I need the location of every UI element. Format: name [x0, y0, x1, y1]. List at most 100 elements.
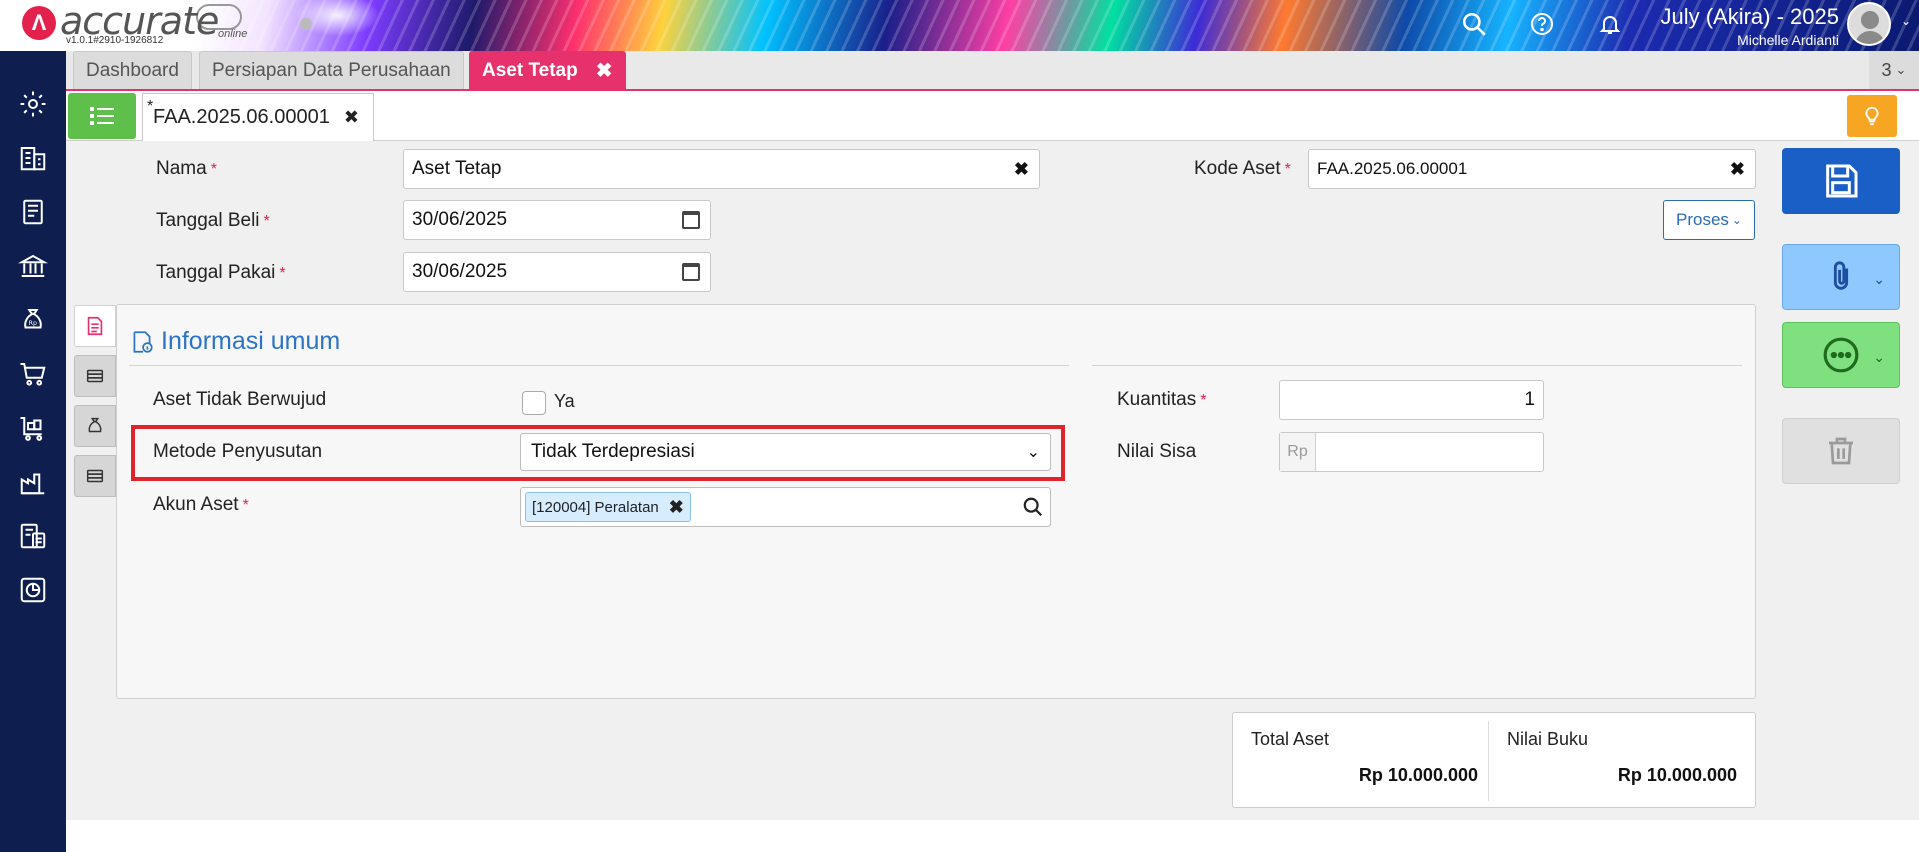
logo-mark-icon: Λ — [22, 6, 56, 40]
side-tab-value[interactable] — [74, 405, 116, 447]
coins-stack-icon — [86, 469, 104, 483]
required-marker: * — [263, 213, 270, 230]
list-icon — [90, 107, 114, 125]
kuantitas-value: 1 — [1524, 389, 1535, 410]
lightbulb-icon — [1865, 106, 1879, 126]
divider — [1092, 365, 1742, 366]
document-tab[interactable]: * FAA.2025.06.00001 ✖ — [142, 93, 374, 141]
side-tab-depreciation[interactable] — [74, 355, 116, 397]
kuantitas-label: Kuantitas * — [1117, 389, 1207, 410]
list-view-button[interactable] — [68, 93, 136, 139]
period-label: July (Akira) - 2025 — [1660, 4, 1839, 29]
currency-prefix: Rp — [1280, 433, 1316, 471]
tab-count-dropdown[interactable]: 3 ⌄ — [1869, 51, 1919, 89]
status-dot — [300, 18, 312, 30]
more-actions-button[interactable]: ⌄ — [1782, 322, 1900, 388]
trash-icon — [1829, 437, 1853, 465]
save-icon — [1826, 164, 1858, 198]
nama-value: Aset Tetap — [412, 158, 502, 179]
company-building-icon[interactable] — [14, 139, 52, 177]
side-tab-history[interactable] — [74, 455, 116, 497]
factory-icon[interactable] — [14, 463, 52, 501]
bank-icon[interactable] — [14, 247, 52, 285]
divider — [129, 365, 1069, 366]
inventory-cart-icon[interactable] — [14, 409, 52, 447]
document-tab-row: * FAA.2025.06.00001 ✖ — [66, 91, 1919, 141]
kode-aset-field[interactable]: FAA.2025.06.00001 ✖ — [1308, 149, 1756, 189]
required-marker: * — [1284, 161, 1291, 178]
side-tab-info[interactable] — [74, 305, 116, 347]
divider — [1488, 721, 1489, 801]
left-sidebar: Rp — [0, 51, 66, 852]
bell-icon[interactable] — [1596, 10, 1624, 38]
tab-aset-tetap[interactable]: Aset Tetap ✖ — [469, 51, 626, 89]
proses-button[interactable]: Proses ⌄ — [1663, 200, 1755, 240]
tab-label: Dashboard — [86, 59, 179, 81]
clear-icon[interactable]: ✖ — [1730, 159, 1745, 180]
money-bag-icon[interactable]: Rp — [14, 301, 52, 339]
informasi-umum-panel: Informasi umum Aset Tidak Berwujud Ya Me… — [116, 304, 1756, 699]
ellipsis-circle-icon — [1823, 337, 1859, 373]
clear-icon[interactable]: ✖ — [1014, 159, 1029, 180]
tax-document-icon[interactable] — [14, 517, 52, 555]
nama-field[interactable]: Aset Tetap ✖ — [403, 149, 1040, 189]
main-content: Nama * Aset Tetap ✖ Tanggal Beli * 30/06/2… — [66, 141, 1919, 820]
save-button[interactable] — [1782, 148, 1900, 214]
chevron-down-icon: ⌄ — [1895, 62, 1907, 77]
close-icon[interactable]: ✖ — [596, 58, 613, 83]
bottom-strip — [66, 820, 1919, 852]
required-marker: * — [242, 497, 249, 514]
unsaved-marker: * — [147, 98, 154, 115]
chevron-down-icon[interactable]: ⌄ — [1901, 14, 1911, 28]
avatar[interactable] — [1847, 2, 1891, 46]
akun-aset-field[interactable]: [120004] Peralatan ✖ — [520, 487, 1051, 527]
totals-box: Total Aset Rp 10.000.000 Nilai Buku Rp 1… — [1232, 712, 1756, 808]
nilai-buku-value: Rp 10.000.000 — [1617, 765, 1737, 785]
top-header: Λ accurate online v1.0.1#2910-1926812 Ju… — [0, 0, 1919, 51]
ledger-book-icon[interactable] — [14, 193, 52, 231]
tab-label: Persiapan Data Perusahaan — [212, 59, 451, 81]
search-icon[interactable] — [1460, 10, 1488, 38]
report-chart-icon[interactable] — [14, 571, 52, 609]
user-menu[interactable]: July (Akira) - 2025 Michelle Ardianti — [1660, 4, 1839, 48]
tab-label: Aset Tetap — [482, 59, 578, 81]
money-bag-icon — [88, 417, 102, 433]
info-document-icon — [133, 330, 153, 353]
tanggal-beli-label: Tanggal Beli * — [156, 210, 270, 231]
remove-tag-icon[interactable]: ✖ — [669, 497, 684, 518]
delete-button[interactable] — [1782, 418, 1900, 484]
svg-text:Rp: Rp — [29, 320, 37, 327]
checkbox-option-label: Ya — [554, 391, 575, 411]
paperclip-icon — [1833, 261, 1849, 290]
tanggal-beli-field[interactable]: 30/06/2025 — [403, 200, 711, 240]
kuantitas-field[interactable]: 1 — [1279, 380, 1544, 420]
help-icon[interactable] — [1528, 10, 1556, 38]
attachment-button[interactable]: ⌄ — [1782, 244, 1900, 310]
calendar-icon[interactable] — [682, 211, 700, 229]
required-marker: * — [1200, 392, 1207, 409]
close-icon[interactable]: ✖ — [344, 107, 359, 128]
cart-icon[interactable] — [14, 355, 52, 393]
document-tab-label: FAA.2025.06.00001 — [153, 106, 330, 128]
tanggal-pakai-field[interactable]: 30/06/2025 — [403, 252, 711, 292]
nilai-sisa-field[interactable]: Rp — [1279, 432, 1544, 472]
app-logo[interactable]: Λ accurate — [22, 0, 219, 48]
kode-aset-value: FAA.2025.06.00001 — [1317, 159, 1468, 178]
total-aset-value: Rp 10.000.000 — [1358, 765, 1478, 785]
tab-persiapan-data-perusahaan[interactable]: Persiapan Data Perusahaan — [199, 51, 464, 89]
user-name: Michelle Ardianti — [1737, 32, 1839, 48]
chevron-down-icon: ⌄ — [1731, 213, 1742, 227]
chevron-down-icon: ⌄ — [1026, 444, 1040, 461]
search-icon[interactable] — [1022, 496, 1044, 518]
chevron-down-icon: ⌄ — [1873, 349, 1885, 365]
aset-tidak-berwujud-checkbox[interactable] — [522, 391, 546, 415]
lightbulb-button[interactable] — [1847, 95, 1897, 137]
logo-text: accurate — [60, 0, 219, 43]
nama-label: Nama * — [156, 158, 217, 179]
metode-penyusutan-select[interactable]: Tidak Terdepresiasi ⌄ — [520, 433, 1051, 471]
gear-icon[interactable] — [14, 85, 52, 123]
calendar-icon[interactable] — [682, 263, 700, 281]
tab-dashboard[interactable]: Dashboard — [73, 51, 192, 89]
aset-tidak-berwujud-label: Aset Tidak Berwujud — [153, 389, 327, 410]
chevron-down-icon: ⌄ — [1873, 271, 1885, 287]
